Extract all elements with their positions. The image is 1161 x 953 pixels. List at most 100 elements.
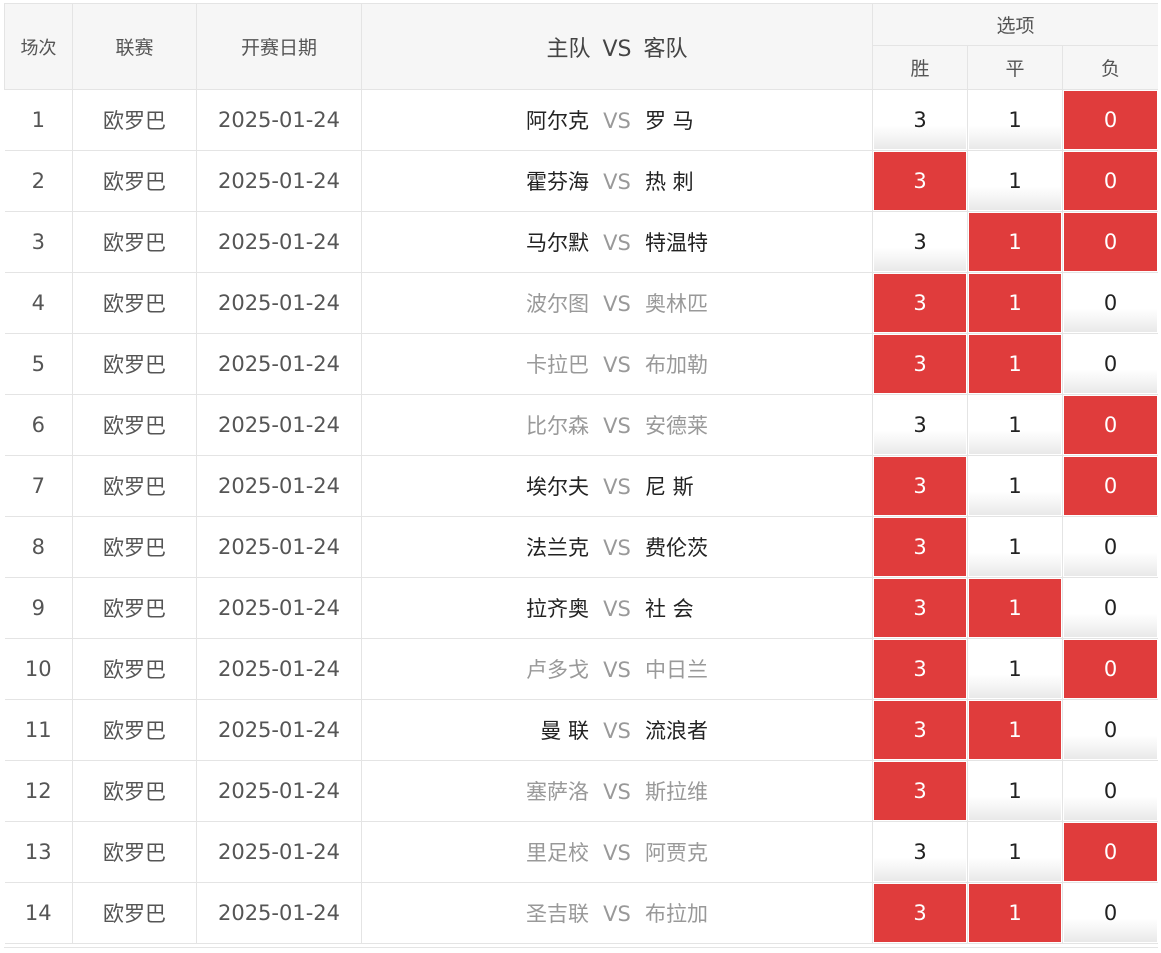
option-draw-button[interactable]: 1 — [969, 457, 1061, 515]
option-lose-cell: 0 — [1061, 821, 1158, 883]
teams-cell: 法兰克 VS 费伦茨 — [361, 516, 873, 578]
option-draw-cell: 1 — [967, 821, 1063, 883]
option-draw-button[interactable]: 1 — [969, 396, 1061, 454]
option-win-button[interactable]: 3 — [874, 762, 966, 820]
option-lose-button[interactable]: 0 — [1064, 396, 1158, 454]
option-win-cell: 3 — [872, 638, 968, 700]
option-win-button[interactable]: 3 — [874, 152, 966, 210]
vs-label: VS — [603, 841, 631, 865]
vs-label: VS — [603, 597, 631, 621]
home-team: 法兰克 — [526, 536, 589, 560]
away-team: 流浪者 — [645, 719, 708, 743]
table-row: 14 欧罗巴 2025-01-24 圣吉联 VS 布拉加 3 1 0 — [4, 882, 1158, 944]
home-team: 比尔森 — [526, 414, 589, 438]
option-lose-button[interactable]: 0 — [1064, 823, 1158, 881]
away-team: 安德莱 — [645, 414, 708, 438]
vs-label: VS — [603, 902, 631, 926]
option-win-button[interactable]: 3 — [874, 457, 966, 515]
option-lose-button[interactable]: 0 — [1064, 762, 1158, 820]
table-row: 11 欧罗巴 2025-01-24 曼 联 VS 流浪者 3 1 0 — [4, 699, 1158, 761]
option-draw-button[interactable]: 1 — [969, 335, 1061, 393]
away-team: 奥林匹 — [645, 292, 708, 316]
teams-cell: 拉齐奥 VS 社 会 — [361, 577, 873, 639]
option-draw-button[interactable]: 1 — [969, 91, 1061, 149]
option-lose-cell: 0 — [1061, 272, 1158, 334]
option-draw-button[interactable]: 1 — [969, 213, 1061, 271]
option-win-button[interactable]: 3 — [874, 518, 966, 576]
league-name: 欧罗巴 — [72, 638, 197, 700]
match-no: 6 — [4, 394, 73, 456]
away-team: 布拉加 — [645, 902, 708, 926]
option-draw-button[interactable]: 1 — [969, 274, 1061, 332]
match-no: 8 — [4, 516, 73, 578]
table-row: 3 欧罗巴 2025-01-24 马尔默 VS 特温特 3 1 0 — [4, 211, 1158, 273]
option-win-cell: 3 — [872, 577, 968, 639]
option-win-button[interactable]: 3 — [874, 274, 966, 332]
table-row: 7 欧罗巴 2025-01-24 埃尔夫 VS 尼 斯 310 — [4, 455, 1158, 517]
home-team: 霍芬海 — [526, 170, 589, 194]
option-lose-cell: 0 — [1061, 699, 1158, 761]
option-lose-cell: 0 — [1061, 577, 1158, 639]
option-lose-button[interactable]: 0 — [1064, 518, 1158, 576]
option-win-button[interactable]: 3 — [874, 823, 966, 881]
home-team: 拉齐奥 — [526, 597, 589, 621]
option-draw-button[interactable]: 1 — [969, 152, 1061, 210]
option-win-button[interactable]: 3 — [874, 91, 966, 149]
league-name: 欧罗巴 — [72, 272, 197, 334]
option-lose-button[interactable]: 0 — [1064, 152, 1158, 210]
option-lose-button[interactable]: 0 — [1064, 91, 1158, 149]
table-row: 2 欧罗巴 2025-01-24 霍芬海 VS 热 刺 310 — [4, 150, 1158, 212]
option-win-cell: 3 — [872, 760, 968, 822]
option-win-button[interactable]: 3 — [874, 335, 966, 393]
header-options: 选项 — [871, 3, 1158, 46]
option-draw-button[interactable]: 1 — [969, 701, 1061, 759]
option-lose-button[interactable]: 0 — [1064, 213, 1158, 271]
option-win-button[interactable]: 3 — [874, 579, 966, 637]
match-date: 2025-01-24 — [196, 333, 362, 395]
option-draw-cell: 1 — [967, 516, 1063, 578]
match-no: 10 — [4, 638, 73, 700]
option-lose-button[interactable]: 0 — [1064, 701, 1158, 759]
option-draw-button[interactable]: 1 — [969, 762, 1061, 820]
match-rows: 1 欧罗巴 2025-01-24 阿尔克 VS 罗 马 3 1 0 2 欧罗巴 2025-01-24 霍… — [4, 89, 1158, 944]
option-draw-cell: 1 — [967, 150, 1063, 212]
away-team: 社 会 — [645, 597, 694, 621]
match-no: 12 — [4, 760, 73, 822]
home-team: 波尔图 — [526, 292, 589, 316]
header-lose: 负 — [1061, 45, 1158, 90]
header-match-no: 场次 — [4, 3, 73, 90]
league-name: 欧罗巴 — [72, 89, 197, 151]
option-win-cell: 3 — [872, 821, 968, 883]
vs-label: VS — [603, 353, 631, 377]
option-lose-button[interactable]: 0 — [1064, 640, 1158, 698]
vs-label: VS — [603, 170, 631, 194]
match-no: 3 — [4, 211, 73, 273]
header-away: 客队 — [643, 36, 688, 62]
option-draw-cell: 1 — [967, 577, 1063, 639]
option-win-button[interactable]: 3 — [874, 213, 966, 271]
option-win-button[interactable]: 3 — [874, 701, 966, 759]
league-name: 欧罗巴 — [72, 211, 197, 273]
option-lose-button[interactable]: 0 — [1064, 457, 1158, 515]
table-row: 10 欧罗巴 2025-01-24 卢多戈 VS 中日兰 3 1 0 — [4, 638, 1158, 700]
option-draw-cell: 1 — [967, 882, 1063, 944]
league-name: 欧罗巴 — [72, 760, 197, 822]
option-draw-button[interactable]: 1 — [969, 579, 1061, 637]
vs-label: VS — [603, 414, 631, 438]
option-win-button[interactable]: 3 — [874, 884, 966, 942]
option-draw-button[interactable]: 1 — [969, 884, 1061, 942]
option-win-cell: 3 — [872, 89, 968, 151]
teams-cell: 马尔默 VS 特温特 — [361, 211, 873, 273]
vs-label: VS — [603, 658, 631, 682]
option-draw-button[interactable]: 1 — [969, 518, 1061, 576]
option-lose-button[interactable]: 0 — [1064, 274, 1158, 332]
option-draw-button[interactable]: 1 — [969, 823, 1061, 881]
option-win-button[interactable]: 3 — [874, 640, 966, 698]
option-draw-button[interactable]: 1 — [969, 640, 1061, 698]
option-lose-button[interactable]: 0 — [1064, 335, 1158, 393]
option-lose-button[interactable]: 0 — [1064, 579, 1158, 637]
home-team: 曼 联 — [540, 719, 589, 743]
match-date: 2025-01-24 — [196, 272, 362, 334]
option-lose-button[interactable]: 0 — [1064, 884, 1158, 942]
option-win-button[interactable]: 3 — [874, 396, 966, 454]
